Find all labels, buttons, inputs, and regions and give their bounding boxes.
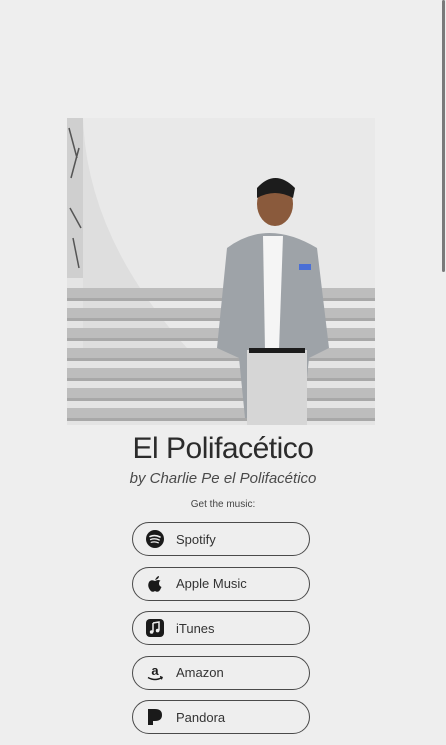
itunes-label: iTunes	[176, 620, 215, 636]
pandora-button[interactable]: Pandora	[132, 700, 310, 734]
itunes-icon	[145, 618, 165, 638]
apple-music-label: Apple Music	[176, 576, 247, 591]
spotify-icon	[145, 529, 165, 549]
amazon-button[interactable]: a Amazon	[132, 655, 310, 690]
album-title: El Polifacético	[132, 432, 314, 465]
get-music-label: Get the music:	[190, 499, 256, 510]
streaming-links: Spotify Apple Music iTunes a Amazon Pand…	[132, 522, 310, 745]
pandora-label: Pandora	[176, 709, 226, 725]
itunes-button[interactable]: iTunes	[132, 611, 310, 645]
amazon-icon: a	[145, 663, 165, 683]
amazon-label: Amazon	[176, 665, 224, 680]
apple-music-button[interactable]: Apple Music	[132, 566, 310, 601]
pandora-icon	[145, 707, 165, 727]
apple-icon	[145, 574, 165, 594]
spotify-button[interactable]: Spotify	[132, 522, 310, 556]
spotify-label: Spotify	[176, 531, 216, 547]
svg-text:a: a	[151, 663, 159, 678]
scrollbar[interactable]	[440, 0, 446, 720]
album-cover-image	[67, 118, 375, 425]
scrollbar-thumb[interactable]	[442, 0, 445, 272]
artist-name: by Charlie Pe el Polifacético	[129, 470, 317, 487]
